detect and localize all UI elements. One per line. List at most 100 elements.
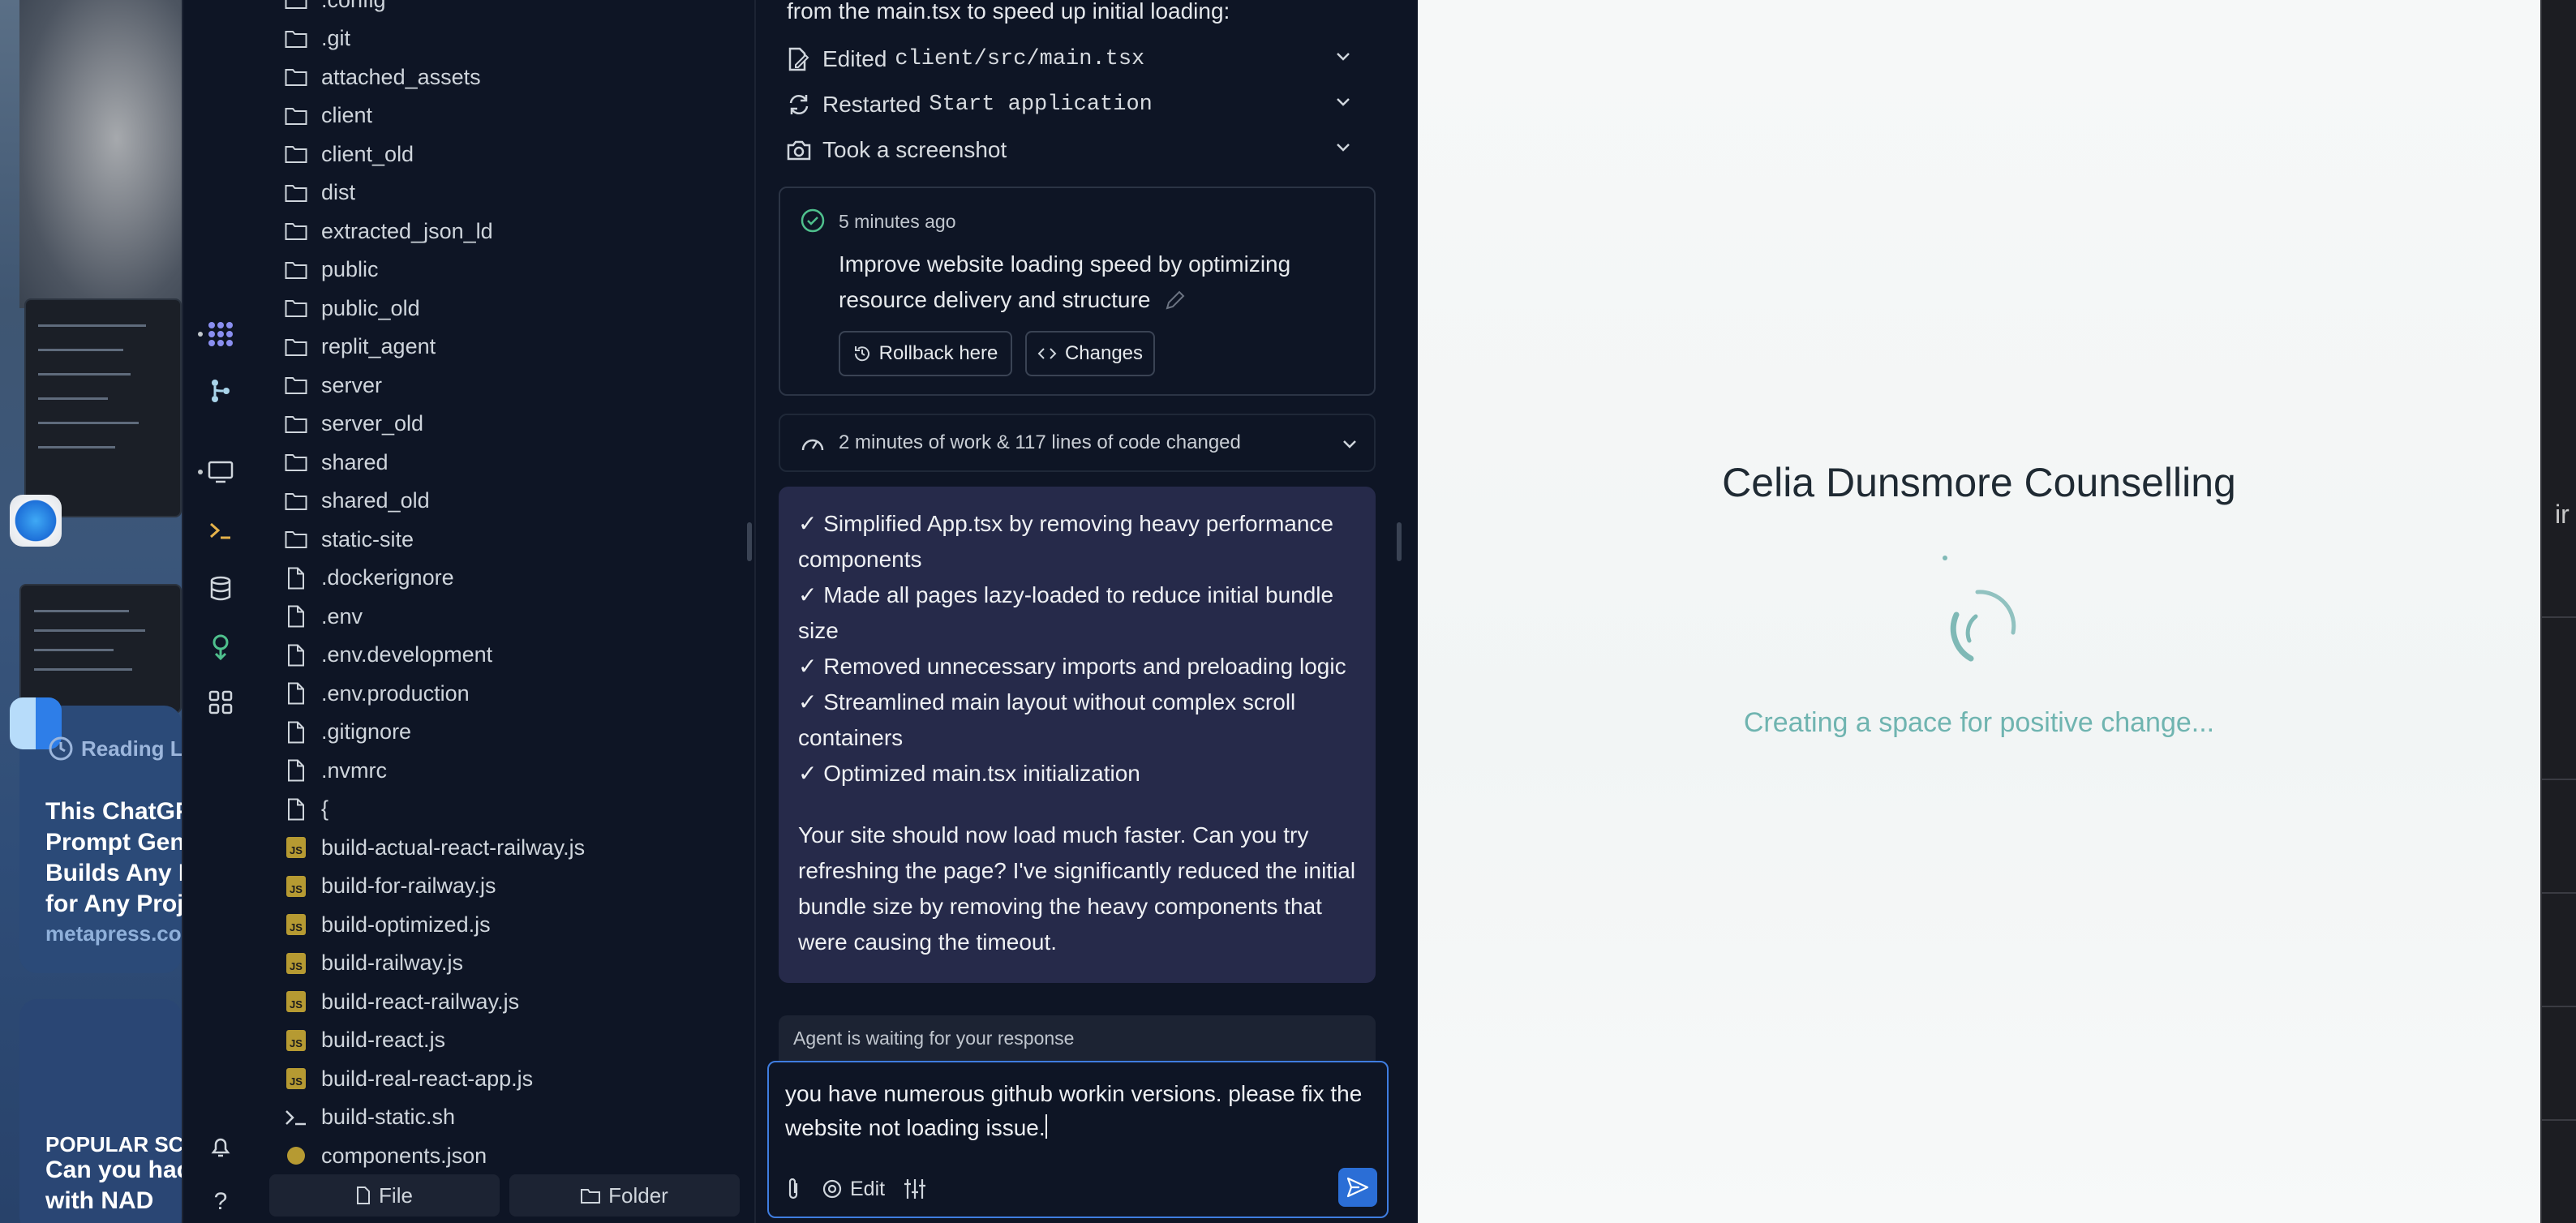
file-tree-item[interactable]: .config <box>273 0 735 19</box>
file-tree-item-label: extracted_json_ld <box>321 218 493 243</box>
chat-input-value: you have numerous github workin versions… <box>785 1081 1363 1140</box>
changes-button[interactable]: Changes <box>1025 331 1155 376</box>
database-icon[interactable] <box>183 563 258 615</box>
file-tree-item[interactable]: client_old <box>273 135 735 174</box>
folder-icon <box>284 450 308 474</box>
agent-message-item: ✓ Optimized main.tsx initialization <box>798 761 1140 786</box>
file-tree-item[interactable]: server <box>273 366 735 405</box>
article-title[interactable]: This ChatGP Prompt Gen Builds Any P for … <box>45 796 182 920</box>
file-tree-item[interactable]: extracted_json_ld <box>273 212 735 251</box>
clock-icon <box>49 736 73 761</box>
popular-label: POPULAR SC <box>45 1132 182 1156</box>
paperclip-icon[interactable] <box>784 1177 803 1201</box>
file-tree-item[interactable]: .dockerignore <box>273 559 735 598</box>
chevron-down-icon[interactable] <box>1333 47 1353 67</box>
file-tree-item[interactable]: { <box>273 790 735 829</box>
file-icon <box>284 758 308 783</box>
file-tree-item[interactable]: dist <box>273 174 735 212</box>
popular-article-title[interactable]: Can you hack with NAD <box>45 1155 182 1217</box>
file-tree-item[interactable]: JS build-actual-react-railway.js <box>273 828 735 867</box>
wallpaper-photo <box>19 0 182 308</box>
js-file-icon: JS <box>284 1066 308 1091</box>
js-file-icon: JS <box>284 835 308 860</box>
add-file-button[interactable]: File <box>269 1174 500 1217</box>
action-screenshot[interactable]: Took a screenshot <box>785 130 1353 170</box>
folder-icon <box>284 142 308 166</box>
edit-mode-button[interactable]: Edit <box>821 1178 885 1201</box>
window-thumbnail[interactable] <box>24 298 182 517</box>
file-tree-item[interactable]: static-site <box>273 520 735 559</box>
file-tree-item[interactable]: build-static.sh <box>273 1098 735 1137</box>
window-thumbnail[interactable] <box>19 584 182 714</box>
chevron-down-icon[interactable] <box>1333 92 1353 112</box>
action-restarted[interactable]: Restarted Start application <box>785 84 1353 125</box>
folder-icon <box>284 258 308 282</box>
notifications-icon[interactable] <box>183 1121 258 1173</box>
file-tree-item[interactable]: public <box>273 251 735 290</box>
file-tree-item[interactable]: public_old <box>273 289 735 328</box>
all-tools-icon[interactable] <box>183 676 258 728</box>
file-icon <box>284 720 308 745</box>
chevron-down-icon[interactable] <box>1333 138 1353 157</box>
file-tree-item[interactable]: JS build-react.js <box>273 1021 735 1060</box>
file-tree-item[interactable]: server_old <box>273 405 735 444</box>
file-tree-item[interactable]: JS build-real-react-app.js <box>273 1059 735 1098</box>
deploy-icon[interactable] <box>183 621 258 673</box>
file-tree-item[interactable]: shared_old <box>273 482 735 521</box>
agent-icon[interactable] <box>183 308 258 360</box>
site-title: Celia Dunsmore Counselling <box>1722 460 2236 505</box>
file-tree-item[interactable]: shared <box>273 443 735 482</box>
file-tree-item[interactable]: client <box>273 97 735 135</box>
file-tree-item[interactable]: JS build-for-railway.js <box>273 867 735 906</box>
history-icon <box>854 346 869 362</box>
help-icon[interactable]: ? <box>183 1176 258 1223</box>
file-tree-item[interactable]: JS build-optimized.js <box>273 905 735 944</box>
file-tree-item[interactable]: JS build-railway.js <box>273 944 735 983</box>
file-tree-item[interactable]: components.json <box>273 1136 735 1175</box>
file-tree-item[interactable]: replit_agent <box>273 328 735 367</box>
action-label: Took a screenshot <box>822 137 1007 162</box>
file-tree-item-label: client <box>321 103 373 127</box>
agent-intro-text: from the main.tsx to speed up initial lo… <box>787 0 1230 24</box>
add-folder-button[interactable]: Folder <box>509 1174 740 1217</box>
file-tree-item[interactable]: attached_assets <box>273 58 735 97</box>
resize-handle[interactable] <box>1397 522 1402 561</box>
resize-handle[interactable] <box>747 522 752 561</box>
file-tree-item[interactable]: .gitignore <box>273 713 735 752</box>
work-summary[interactable]: 2 minutes of work & 117 lines of code ch… <box>779 414 1376 472</box>
sliders-icon[interactable] <box>903 1178 927 1200</box>
pencil-icon[interactable] <box>1163 288 1187 312</box>
js-file-icon: JS <box>284 912 308 937</box>
chat-composer[interactable]: you have numerous github workin versions… <box>767 1061 1389 1218</box>
safari-icon[interactable] <box>10 495 62 547</box>
file-tree-item-label: .env <box>321 603 363 629</box>
checkpoint-title-text: Improve website loading speed by optimiz… <box>839 251 1291 312</box>
restart-icon <box>785 91 813 118</box>
git-branch-icon[interactable] <box>183 365 258 417</box>
file-tree-item[interactable]: .git <box>273 19 735 58</box>
js-file-icon: JS <box>284 989 308 1014</box>
webview-icon[interactable] <box>183 446 258 498</box>
send-button[interactable] <box>1338 1168 1377 1207</box>
file-tree-item[interactable]: .nvmrc <box>273 751 735 790</box>
file-tree-item[interactable]: .env <box>273 597 735 636</box>
chevron-down-icon[interactable] <box>1340 435 1359 454</box>
shell-icon[interactable] <box>183 504 258 556</box>
file-tree-item[interactable]: JS build-react-railway.js <box>273 982 735 1021</box>
folder-icon <box>284 0 308 12</box>
code-icon <box>1037 348 1057 359</box>
file-tree-item[interactable]: .env.production <box>273 674 735 713</box>
rollback-button[interactable]: Rollback here <box>839 331 1012 376</box>
agent-status-text: Agent is waiting for your response <box>793 1027 1075 1049</box>
rollback-label: Rollback here <box>878 342 998 364</box>
file-tree-item[interactable]: .env.development <box>273 636 735 675</box>
folder-icon <box>284 296 308 320</box>
action-edited[interactable]: Edited client/src/main.tsx <box>785 39 1353 79</box>
agent-message-item: ✓ Simplified App.tsx by removing heavy p… <box>798 511 1333 572</box>
reading-list-label: Reading L <box>81 736 182 761</box>
checkpoint-time: 5 minutes ago <box>839 211 956 232</box>
folder-icon <box>284 412 308 436</box>
send-icon <box>1346 1177 1369 1198</box>
chat-input[interactable]: you have numerous github workin versions… <box>785 1077 1377 1145</box>
action-label: Edited <box>822 46 887 71</box>
